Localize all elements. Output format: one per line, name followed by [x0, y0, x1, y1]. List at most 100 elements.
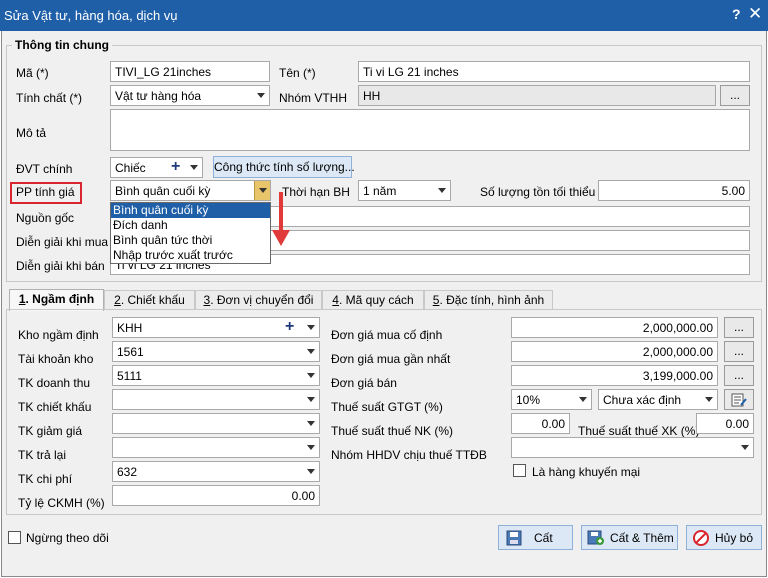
- import-tax-input[interactable]: 0.00: [511, 413, 570, 434]
- revenue-account-value: 5111: [117, 369, 142, 383]
- save-add-icon: [587, 530, 604, 545]
- cancel-button[interactable]: Hủy bỏ: [686, 525, 762, 550]
- save-button[interactable]: Cất: [498, 525, 573, 550]
- tab-features[interactable]: 5. Đặc tính, hình ảnh: [424, 290, 553, 310]
- chevron-down-icon: [257, 93, 265, 98]
- code-input[interactable]: TIVI_LG 21inches: [110, 61, 270, 82]
- stop-tracking-checkbox[interactable]: [8, 531, 21, 544]
- min-stock-input[interactable]: 5.00: [598, 180, 750, 201]
- chevron-down-icon: [307, 421, 315, 426]
- pricing-method-label: PP tính giá: [16, 185, 75, 199]
- vat-select[interactable]: 10%: [511, 389, 592, 410]
- sale-price-browse-button[interactable]: ...: [724, 365, 754, 386]
- discount-rate-value: 0.00: [291, 489, 315, 503]
- save-icon: [506, 530, 522, 546]
- chevron-down-icon: [741, 445, 749, 450]
- general-info-legend: Thông tin chung: [12, 38, 112, 52]
- save-and-add-label: Cất & Thêm: [610, 531, 674, 545]
- promotion-checkbox[interactable]: [513, 464, 526, 477]
- min-stock-label: Số lượng tồn tối thiểu: [480, 185, 596, 199]
- discount-rate-label: Tỷ lệ CKMH (%): [18, 496, 105, 510]
- chevron-down-icon: [190, 165, 198, 170]
- dropdown-option[interactable]: Nhập trước xuất trước: [111, 248, 270, 263]
- last-price-browse-button[interactable]: ...: [724, 341, 754, 362]
- warehouse-label: Kho ngầm định: [18, 328, 99, 342]
- group-input[interactable]: HH: [358, 85, 716, 106]
- reduction-account-select[interactable]: [112, 413, 320, 434]
- chevron-down-icon: [307, 397, 315, 402]
- add-icon[interactable]: +: [171, 158, 180, 176]
- chevron-down-icon: [705, 397, 713, 402]
- fixed-price-browse-button[interactable]: ...: [724, 317, 754, 338]
- formula-button[interactable]: Công thức tính số lượng...: [213, 156, 355, 178]
- chevron-down-icon: [307, 469, 315, 474]
- chevron-down-icon: [307, 349, 315, 354]
- unit-value: Chiếc: [115, 161, 146, 175]
- export-tax-input[interactable]: 0.00: [696, 413, 754, 434]
- unit-select[interactable]: Chiếc +: [110, 157, 203, 178]
- group-browse-button[interactable]: ...: [720, 85, 750, 106]
- close-icon[interactable]: ✕: [748, 4, 762, 24]
- sale-price-input[interactable]: 3,199,000.00: [511, 365, 718, 386]
- cancel-label: Hủy bỏ: [715, 531, 754, 545]
- tab-default[interactable]: 1. Ngầm định: [9, 289, 104, 311]
- tab-discount[interactable]: 2. Chiết khấu: [104, 290, 195, 310]
- vat-type-select[interactable]: Chưa xác định: [598, 389, 718, 410]
- tab-label: . Chiết khấu: [120, 293, 185, 307]
- description-textarea[interactable]: [110, 109, 750, 151]
- title-bar: Sửa Vật tư, hàng hóa, dịch vụ ? ✕: [0, 0, 768, 31]
- tab-number: 1: [18, 292, 26, 306]
- discount-rate-input[interactable]: 0.00: [112, 485, 320, 506]
- save-label: Cất: [534, 531, 553, 545]
- tab-spec-code[interactable]: 4. Mã quy cách: [322, 290, 424, 310]
- discount-account-select[interactable]: [112, 389, 320, 410]
- fixed-price-label: Đơn giá mua cố định: [331, 328, 443, 342]
- dropdown-option[interactable]: Bình quân tức thời: [111, 233, 270, 248]
- last-price-input[interactable]: 2,000,000.00: [511, 341, 718, 362]
- excise-group-label: Nhóm HHDV chịu thuế TTĐB: [331, 448, 487, 462]
- chevron-down-icon: [307, 445, 315, 450]
- stock-account-select[interactable]: 1561: [112, 341, 320, 362]
- stock-account-label: Tài khoản kho: [18, 352, 94, 366]
- export-tax-label: Thuế suất thuế XK (%): [578, 424, 700, 438]
- add-icon[interactable]: +: [285, 318, 294, 336]
- vat-type-value: Chưa xác định: [603, 393, 682, 407]
- tab-unit-conversion[interactable]: 3. Đơn vị chuyển đổi: [195, 290, 322, 310]
- last-price-label: Đơn giá mua gần nhất: [331, 352, 451, 366]
- tab-number: 4: [332, 293, 339, 307]
- chevron-down-icon: [438, 188, 446, 193]
- save-and-add-button[interactable]: Cất & Thêm: [581, 525, 678, 550]
- return-account-select[interactable]: [112, 437, 320, 458]
- fixed-price-input[interactable]: 2,000,000.00: [511, 317, 718, 338]
- chevron-down-icon: [579, 397, 587, 402]
- purchase-desc-label: Diễn giải khi mua: [16, 235, 109, 249]
- expense-account-select[interactable]: 632: [112, 461, 320, 482]
- sale-price-label: Đơn giá bán: [331, 376, 397, 390]
- excise-group-select[interactable]: [511, 437, 754, 458]
- group-label: Nhóm VTHH: [279, 91, 348, 105]
- nature-select[interactable]: Vật tư hàng hóa: [110, 85, 270, 106]
- dropdown-option[interactable]: Đích danh: [111, 218, 270, 233]
- fixed-price-value: 2,000,000.00: [642, 321, 713, 335]
- pricing-method-select[interactable]: Bình quân cuối kỳ: [110, 180, 271, 201]
- warranty-select[interactable]: 1 năm: [358, 180, 451, 201]
- name-value: Ti vi LG 21 inches: [363, 65, 459, 79]
- unit-label: ĐVT chính: [16, 162, 73, 176]
- sale-price-value: 3,199,000.00: [642, 369, 713, 383]
- warehouse-select[interactable]: KHH +: [112, 317, 320, 338]
- revenue-account-select[interactable]: 5111: [112, 365, 320, 386]
- chevron-down-icon: [307, 325, 315, 330]
- export-tax-value: 0.00: [725, 417, 749, 431]
- dropdown-option[interactable]: Bình quân cuối kỳ: [111, 203, 270, 218]
- chevron-down-icon: [307, 373, 315, 378]
- min-stock-value: 5.00: [721, 184, 745, 198]
- vat-value: 10%: [516, 393, 541, 407]
- vat-detail-button[interactable]: [724, 389, 754, 410]
- name-input[interactable]: Ti vi LG 21 inches: [358, 61, 750, 82]
- cancel-icon: [693, 530, 709, 546]
- tab-label: . Ngầm định: [25, 292, 95, 306]
- chevron-down-icon: [259, 188, 267, 193]
- nature-label: Tính chất (*): [16, 91, 83, 105]
- help-icon[interactable]: ?: [732, 6, 741, 22]
- name-label: Tên (*): [279, 66, 316, 80]
